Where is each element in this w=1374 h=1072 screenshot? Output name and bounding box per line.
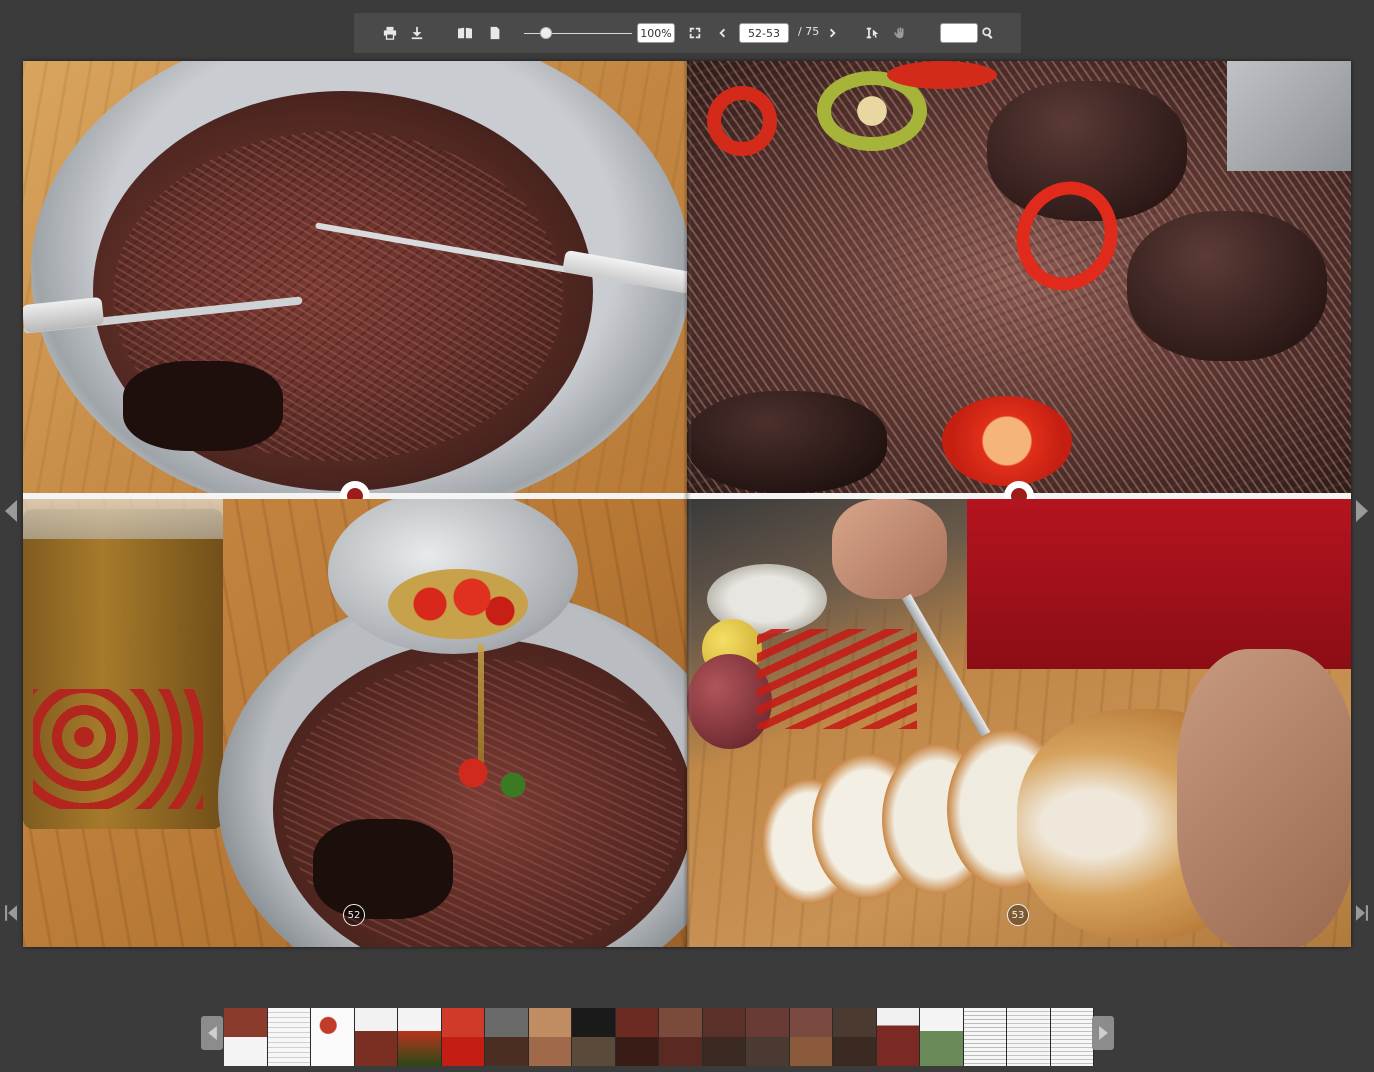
thumbnail-page[interactable] — [572, 1008, 616, 1066]
page-53[interactable]: 53 — [687, 61, 1351, 947]
thumbnail-strip — [224, 1008, 1094, 1066]
next-page-icon[interactable] — [823, 23, 843, 43]
page-number-badge: 53 — [1007, 904, 1029, 926]
thumbnail-page[interactable] — [485, 1008, 529, 1066]
print-icon[interactable] — [380, 23, 400, 43]
page-number-badge: 52 — [343, 904, 365, 926]
previous-page-icon[interactable] — [712, 23, 732, 43]
text-select-icon[interactable] — [862, 23, 882, 43]
thumbnail-page[interactable] — [615, 1008, 659, 1066]
pouring-peppers-photo — [23, 499, 687, 947]
book-gutter — [683, 61, 691, 947]
book-spread: 52 53 — [23, 61, 1351, 947]
thumbnails-scroll-right-icon[interactable] — [1092, 1016, 1114, 1050]
thumbnail-page[interactable] — [746, 1008, 790, 1066]
thumbnail-page[interactable] — [354, 1008, 398, 1066]
single-page-icon[interactable] — [485, 23, 505, 43]
next-spread-arrow-icon[interactable] — [1353, 496, 1371, 526]
thumbnail-page[interactable] — [789, 1008, 833, 1066]
viewer-toolbar: / 75 — [354, 13, 1021, 53]
meat-closeup-photo — [687, 61, 1351, 493]
thumbnail-page[interactable] — [441, 1008, 485, 1066]
last-page-icon[interactable] — [1353, 902, 1371, 924]
search-input[interactable] — [940, 23, 978, 43]
thumbnail-page[interactable] — [659, 1008, 703, 1066]
hand-tool-icon[interactable] — [890, 23, 910, 43]
thumbnail-page[interactable] — [528, 1008, 572, 1066]
thumbnail-page[interactable] — [963, 1008, 1007, 1066]
download-icon[interactable] — [407, 23, 427, 43]
thumbnail-page[interactable] — [1050, 1008, 1094, 1066]
pulled-beef-bowl-photo — [23, 61, 687, 493]
page-number-input[interactable] — [739, 23, 789, 43]
page-total: / 75 — [798, 25, 820, 38]
zoom-slider-thumb[interactable] — [539, 27, 552, 39]
thumbnail-page[interactable] — [920, 1008, 964, 1066]
thumbnails-scroll-left-icon[interactable] — [201, 1016, 223, 1050]
first-page-icon[interactable] — [2, 902, 20, 924]
thumbnail-page[interactable] — [702, 1008, 746, 1066]
thumbnail-page[interactable] — [224, 1008, 268, 1066]
fullscreen-icon[interactable] — [685, 23, 705, 43]
thumbnail-page[interactable] — [267, 1008, 311, 1066]
page-52[interactable]: 52 — [23, 61, 687, 947]
thumbnail-page[interactable] — [311, 1008, 355, 1066]
thumbnail-page[interactable] — [1007, 1008, 1051, 1066]
thumbnail-page[interactable] — [876, 1008, 920, 1066]
thumbnail-page[interactable] — [398, 1008, 442, 1066]
zoom-input[interactable] — [637, 23, 675, 43]
previous-spread-arrow-icon[interactable] — [2, 496, 20, 526]
thumbnail-page[interactable] — [833, 1008, 877, 1066]
double-page-icon[interactable] — [454, 23, 476, 43]
slicing-bread-photo — [687, 499, 1351, 947]
search-icon[interactable] — [978, 23, 998, 43]
